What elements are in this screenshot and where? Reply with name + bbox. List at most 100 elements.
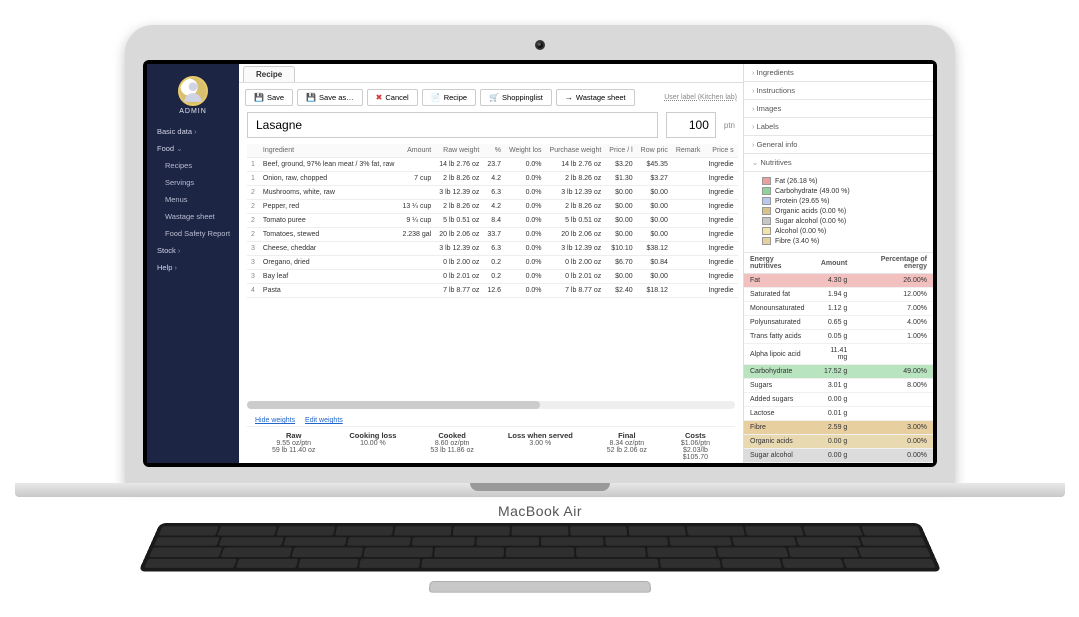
nutritive-legend: Fat (26.18 %)Carbohydrate (49.00 %)Prote…	[744, 172, 933, 253]
cell: 5 lb 0.51 oz	[546, 214, 606, 228]
ingredients-grid-wrap: IngredientAmountRaw weight%Weight losPur…	[239, 144, 743, 463]
cell: 2.238 gal	[398, 228, 435, 242]
horizontal-scrollbar[interactable]	[247, 401, 735, 409]
weight-links: Hide weights Edit weights	[247, 415, 735, 426]
grid-header-5[interactable]: Weight los	[505, 144, 546, 158]
avatar-icon[interactable]	[178, 76, 208, 106]
ingredients-grid[interactable]: IngredientAmountRaw weight%Weight losPur…	[247, 144, 738, 298]
cell: 0.0%	[505, 172, 546, 186]
nav-item-2[interactable]: Recipes	[147, 157, 239, 174]
save-button[interactable]: 💾 Save	[245, 89, 293, 106]
cell: 0 lb 2.00 oz	[546, 256, 606, 270]
nav-item-4[interactable]: Menus	[147, 191, 239, 208]
cell: 0.2	[483, 256, 505, 270]
edit-weights-link[interactable]: Edit weights	[305, 417, 343, 424]
cell: Ingredie	[704, 228, 737, 242]
cell: 0.0%	[505, 242, 546, 256]
recipe-button[interactable]: 📄 Recipe	[422, 89, 476, 106]
table-row[interactable]: 3Cheese, cheddar3 lb 12.39 oz6.30.0%3 lb…	[247, 242, 738, 256]
summary-final: Final 8.34 oz/ptn 52 lb 2.06 oz	[607, 431, 647, 461]
grid-header-3[interactable]: Raw weight	[435, 144, 483, 158]
cell: $0.00	[605, 186, 636, 200]
table-row[interactable]: 3Bay leaf0 lb 2.01 oz0.20.0%0 lb 2.01 oz…	[247, 270, 738, 284]
cell: 0.00 g	[813, 393, 853, 407]
summary-raw-l2: 59 lb 11.40 oz	[272, 447, 315, 454]
accordion-images[interactable]: Images	[744, 100, 933, 118]
cell: $0.84	[637, 256, 672, 270]
accordion-labels[interactable]: Labels	[744, 118, 933, 136]
main-panel: Recipe 💾 Save 💾 Save as… ✖ Cancel	[239, 64, 743, 463]
legend-label: Fat (26.18 %)	[775, 178, 817, 185]
nutritive-row: Sugar alcohol0.00 g0.00%	[744, 449, 933, 463]
nav-item-1[interactable]: Food	[147, 140, 239, 157]
summary-cooked: Cooked 8.60 oz/ptn 53 lb 11.86 oz	[430, 431, 473, 461]
table-row[interactable]: 2Mushrooms, white, raw3 lb 12.39 oz6.30.…	[247, 186, 738, 200]
hide-weights-link[interactable]: Hide weights	[255, 417, 295, 424]
legend-swatch	[762, 177, 771, 185]
table-row[interactable]: 1Onion, raw, chopped7 cup2 lb 8.26 oz4.2…	[247, 172, 738, 186]
table-row[interactable]: 1Beef, ground, 97% lean meat / 3% fat, r…	[247, 158, 738, 172]
table-row[interactable]: 2Tomatoes, stewed2.238 gal20 lb 2.06 oz3…	[247, 228, 738, 242]
table-row[interactable]: 3Oregano, dried0 lb 2.00 oz0.20.0%0 lb 2…	[247, 256, 738, 270]
nav-item-3[interactable]: Servings	[147, 174, 239, 191]
cell: 0.0%	[505, 270, 546, 284]
grid-header-9[interactable]: Remark	[672, 144, 705, 158]
grid-header-0[interactable]	[247, 144, 259, 158]
summary-served-l1: 3.00 %	[508, 440, 573, 447]
table-row[interactable]: 2Tomato puree9 ¼ cup5 lb 0.51 oz8.40.0%5…	[247, 214, 738, 228]
cell: 7 lb 8.77 oz	[435, 284, 483, 298]
cell: 0.00%	[853, 449, 933, 463]
summary-final-l1: 8.34 oz/ptn	[607, 440, 647, 447]
cell: 12.6	[483, 284, 505, 298]
cancel-button[interactable]: ✖ Cancel	[367, 89, 418, 106]
cell: 0.01 g	[813, 407, 853, 421]
cell: 0.2	[483, 270, 505, 284]
cell: $0.00	[637, 214, 672, 228]
cell: 3 lb 12.39 oz	[435, 186, 483, 200]
nutritive-row: Fat4.30 g26.00%	[744, 274, 933, 288]
nav-item-7[interactable]: Stock	[147, 242, 239, 259]
shoppinglist-button[interactable]: 🛒 Shoppinglist	[480, 89, 552, 106]
table-row[interactable]: 4Pasta7 lb 8.77 oz12.60.0%7 lb 8.77 oz$2…	[247, 284, 738, 298]
user-label-link[interactable]: User label (Kitchen lab)	[664, 94, 737, 101]
cell: 0.0%	[505, 158, 546, 172]
save-label: Save	[267, 93, 284, 102]
cell: Ingredie	[704, 242, 737, 256]
cell	[672, 158, 705, 172]
nav-item-6[interactable]: Food Safety Report	[147, 225, 239, 242]
cell: 2	[247, 200, 259, 214]
cell: Lactose	[744, 407, 813, 421]
accordion-nutritives[interactable]: Nutritives	[744, 154, 933, 172]
accordion-general-info[interactable]: General info	[744, 136, 933, 154]
tab-bar: Recipe	[239, 64, 743, 83]
grid-header-8[interactable]: Row pric	[637, 144, 672, 158]
nut-h-name: Energy nutritives	[744, 253, 813, 274]
cell: Pasta	[259, 284, 399, 298]
grid-header-7[interactable]: Price / l	[605, 144, 636, 158]
recipe-name-input[interactable]	[247, 112, 658, 138]
cancel-icon: ✖	[376, 93, 383, 102]
table-row[interactable]: 2Pepper, red13 ¼ cup2 lb 8.26 oz4.20.0%2…	[247, 200, 738, 214]
grid-header-10[interactable]: Price s	[704, 144, 737, 158]
accordion-ingredients[interactable]: Ingredients	[744, 64, 933, 82]
grid-header-2[interactable]: Amount	[398, 144, 435, 158]
accordion-instructions[interactable]: Instructions	[744, 82, 933, 100]
summary-cookl-title: Cooking loss	[349, 431, 396, 440]
grid-header-1[interactable]: Ingredient	[259, 144, 399, 158]
saveas-button[interactable]: 💾 Save as…	[297, 89, 363, 106]
nav-item-0[interactable]: Basic data	[147, 123, 239, 140]
nav-item-8[interactable]: Help	[147, 259, 239, 276]
summary-costs: Costs $1.06/ptn $2.03/lb $105.70	[681, 431, 710, 461]
grid-header-6[interactable]: Purchase weight	[546, 144, 606, 158]
wastage-button[interactable]: → Wastage sheet	[556, 89, 635, 106]
nav-item-5[interactable]: Wastage sheet	[147, 208, 239, 225]
portions-input[interactable]	[666, 112, 716, 138]
laptop-brand: MacBook Air	[15, 497, 1065, 519]
cell: 10.60 g	[813, 463, 853, 464]
cell: Organic acids	[744, 435, 813, 449]
cell: 4	[247, 284, 259, 298]
grid-header-4[interactable]: %	[483, 144, 505, 158]
tab-recipe[interactable]: Recipe	[243, 66, 295, 82]
cell: 0.0%	[505, 284, 546, 298]
cell: 0.0%	[505, 200, 546, 214]
